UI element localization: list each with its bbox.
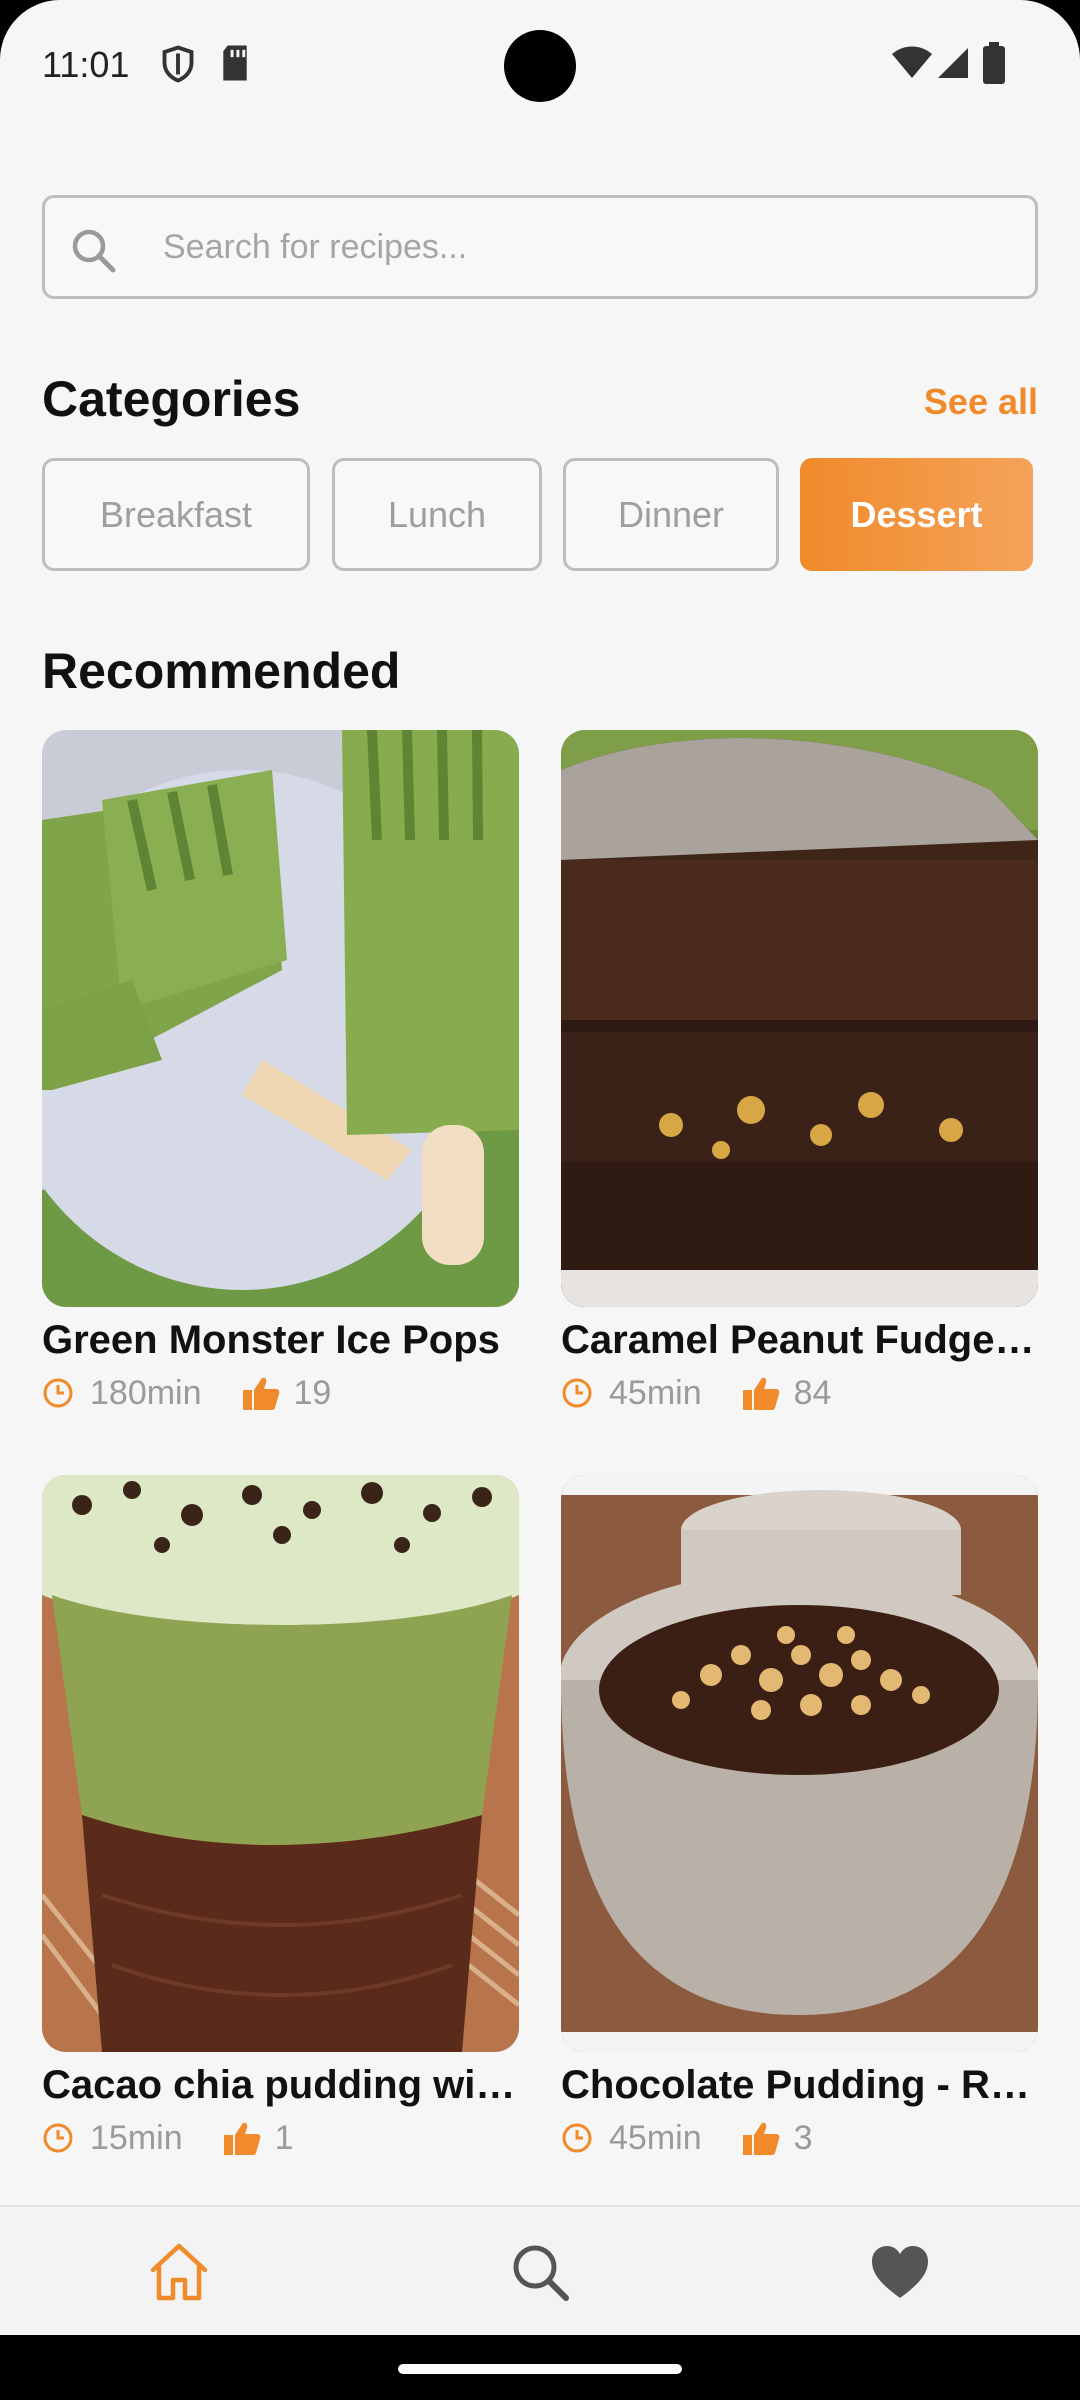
recipe-card[interactable]: Green Monster Ice Pops 180min 19 bbox=[42, 730, 519, 1413]
search-bar[interactable] bbox=[42, 195, 1038, 299]
sd-card-icon bbox=[220, 44, 250, 87]
recipe-meta: 180min 19 bbox=[42, 1373, 519, 1413]
home-icon bbox=[150, 2243, 208, 2301]
clock-icon bbox=[562, 2123, 592, 2153]
recipe-time: 180min bbox=[90, 1373, 202, 1412]
gesture-handle[interactable] bbox=[398, 2364, 682, 2374]
recipe-meta: 45min 84 bbox=[561, 1373, 1038, 1413]
recipe-title: Green Monster Ice Pops bbox=[42, 1318, 500, 1362]
nav-home[interactable] bbox=[147, 2240, 211, 2304]
clock-icon bbox=[562, 1378, 592, 1408]
see-all-link[interactable]: See all bbox=[924, 381, 1038, 423]
search-input[interactable] bbox=[163, 198, 1023, 296]
recipe-image-fudge-cake[interactable] bbox=[561, 730, 1038, 1307]
bottom-nav bbox=[0, 2205, 1080, 2335]
recipe-home-screen: 11:01 Categories See all Breakfast Lunch… bbox=[0, 0, 1080, 2400]
thumbs-up-icon[interactable] bbox=[742, 2120, 780, 2156]
category-chip-dessert[interactable]: Dessert bbox=[800, 458, 1033, 571]
recipe-time: 45min bbox=[609, 1373, 702, 1412]
recipe-time: 45min bbox=[609, 2118, 702, 2157]
search-icon bbox=[513, 2245, 569, 2301]
search-icon bbox=[69, 226, 117, 274]
recipe-card[interactable]: Caramel Peanut Fudge Cake 45min 84 bbox=[561, 730, 1038, 1413]
recommended-title: Recommended bbox=[42, 643, 401, 699]
thumbs-up-icon[interactable] bbox=[742, 1375, 780, 1411]
thumbs-up-icon[interactable] bbox=[242, 1375, 280, 1411]
recipe-likes: 84 bbox=[793, 1373, 832, 1412]
front-camera bbox=[504, 30, 576, 102]
thumbs-up-icon[interactable] bbox=[223, 2120, 261, 2156]
category-chip-breakfast[interactable]: Breakfast bbox=[42, 458, 310, 571]
status-bar: 11:01 bbox=[0, 0, 1080, 130]
recipe-meta: 45min 3 bbox=[561, 2118, 1038, 2158]
battery-icon bbox=[982, 42, 1006, 89]
categories-title: Categories bbox=[42, 371, 301, 427]
recipe-likes: 3 bbox=[793, 2118, 813, 2157]
status-time: 11:01 bbox=[42, 44, 130, 85]
nav-favorites[interactable] bbox=[868, 2240, 932, 2304]
nav-search[interactable] bbox=[508, 2240, 572, 2304]
recipe-meta: 15min 1 bbox=[42, 2118, 519, 2158]
recipe-title: Caramel Peanut Fudge Cake bbox=[561, 1318, 1038, 1362]
recipe-card[interactable]: Chocolate Pudding - Raw Vegan 45min 3 bbox=[561, 1475, 1038, 2158]
shield-icon bbox=[160, 44, 196, 89]
recipe-card[interactable]: Cacao chia pudding with avocado 15min 1 bbox=[42, 1475, 519, 2158]
recipe-image-chia-pudding[interactable] bbox=[42, 1475, 519, 2052]
recipe-title: Cacao chia pudding with avocado bbox=[42, 2063, 519, 2107]
category-chip-lunch[interactable]: Lunch bbox=[332, 458, 542, 571]
heart-icon bbox=[872, 2246, 928, 2298]
clock-icon bbox=[43, 1378, 73, 1408]
recipe-image-chocolate-pudding[interactable] bbox=[561, 1475, 1038, 2052]
recipe-title: Chocolate Pudding - Raw Vegan bbox=[561, 2063, 1038, 2107]
recipe-likes: 1 bbox=[274, 2118, 294, 2157]
clock-icon bbox=[43, 2123, 73, 2153]
recipe-time: 15min bbox=[90, 2118, 183, 2157]
signal-icon bbox=[936, 46, 970, 85]
category-chip-dinner[interactable]: Dinner bbox=[563, 458, 779, 571]
wifi-icon bbox=[890, 46, 934, 85]
recipe-likes: 19 bbox=[293, 1373, 332, 1412]
recipe-image-ice-pops[interactable] bbox=[42, 730, 519, 1307]
